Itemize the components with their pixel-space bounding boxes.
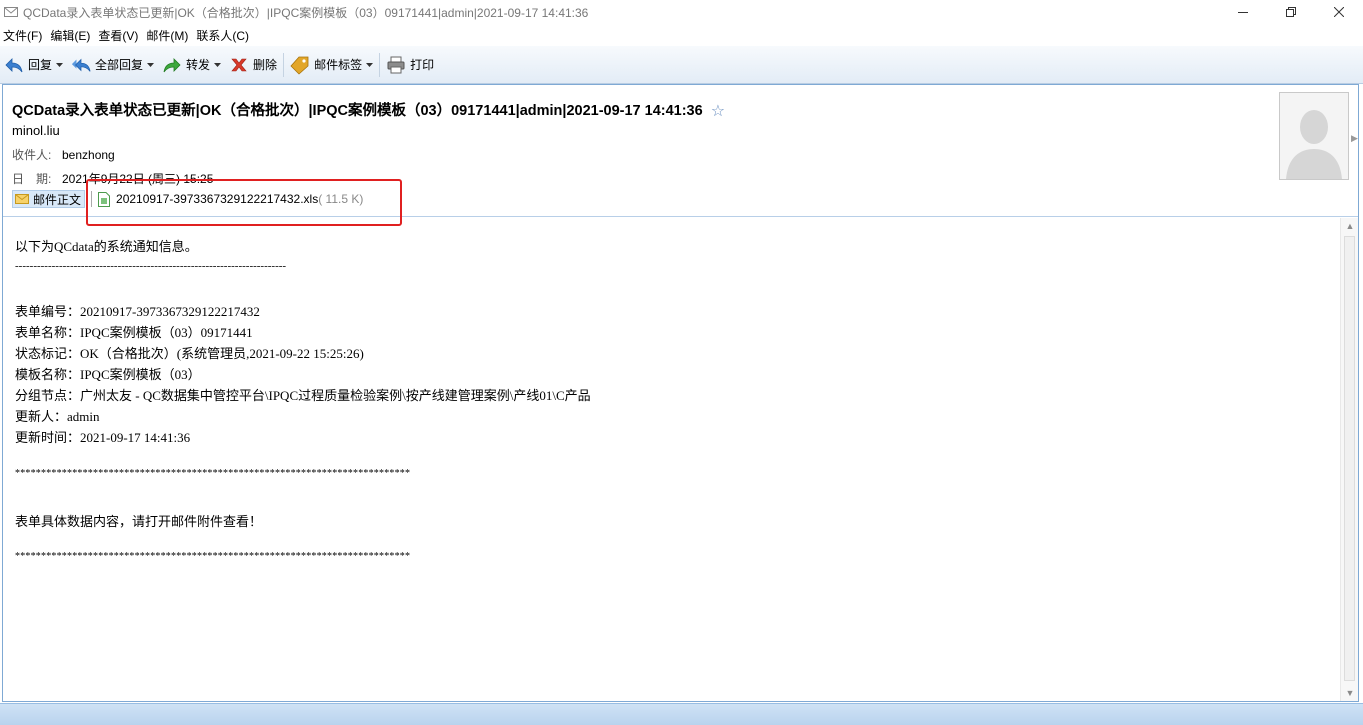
reply-all-icon — [71, 55, 91, 75]
vertical-scrollbar[interactable]: ▲ ▼ — [1340, 218, 1358, 701]
forward-button[interactable]: 转发 — [158, 50, 225, 80]
print-button[interactable]: 打印 — [382, 50, 438, 80]
close-button[interactable] — [1315, 0, 1363, 24]
body-line: 状态标记：OK（合格批次）(系统管理员,2021-09-22 15:25:26) — [15, 346, 364, 361]
body-line: 更新时间：2021-09-17 14:41:36 — [15, 430, 191, 445]
body-line: 模板名称：IPQC案例模板（03） — [15, 367, 201, 382]
title-bar: QCData录入表单状态已更新|OK（合格批次）|IPQC案例模板（03）091… — [0, 0, 1363, 24]
body-line: 表单编号：20210917-3973367329122217432 — [15, 304, 260, 319]
body-divider: ****************************************… — [15, 468, 411, 479]
delete-button[interactable]: 删除 — [225, 50, 281, 80]
body-line: 表单具体数据内容，请打开邮件附件查看！ — [15, 514, 263, 529]
toolbar-separator — [379, 52, 381, 77]
window-title: QCData录入表单状态已更新|OK（合格批次）|IPQC案例模板（03）091… — [23, 5, 589, 20]
menu-edit[interactable]: 编辑(E) — [47, 27, 95, 44]
printer-icon — [386, 55, 406, 75]
minimize-icon — [1238, 12, 1248, 13]
reply-icon — [4, 55, 24, 75]
menu-bar: 文件(F) 编辑(E) 查看(V) 邮件(M) 联系人(C) — [0, 24, 1363, 46]
dropdown-arrow-icon — [56, 62, 64, 67]
date-label: 日 期: — [12, 172, 52, 186]
attachment-name: 20210917-3973367329122217432.xls — [116, 192, 319, 206]
body-divider: ----------------------------------------… — [15, 260, 287, 272]
reply-all-button[interactable]: 全部回复 — [67, 50, 158, 80]
menu-contacts[interactable]: 联系人(C) — [193, 27, 254, 44]
dropdown-arrow-icon — [214, 62, 222, 67]
attachment-separator — [91, 191, 93, 207]
envelope-icon — [15, 194, 29, 204]
body-line: 以下为QCdata的系统通知信息。 — [15, 239, 198, 254]
mail-body: 以下为QCdata的系统通知信息。 ----------------------… — [3, 218, 1340, 701]
body-line: 分组节点：广州太友 - QC数据集中管控平台\IPQC过程质量检验案例\按产线建… — [15, 388, 591, 403]
scroll-up-icon[interactable]: ▲ — [1341, 218, 1359, 234]
attachment-size: ( 11.5 K) — [318, 192, 364, 206]
toolbar-separator — [283, 52, 285, 77]
person-silhouette-icon — [1286, 110, 1342, 179]
star-icon[interactable]: ☆ — [711, 101, 725, 121]
scrollbar-thumb[interactable] — [1344, 236, 1355, 681]
restore-icon — [1286, 7, 1296, 17]
date-value: 2021年9月22日 (周三) 15:25 — [62, 172, 214, 186]
mail-tag-button[interactable]: 邮件标签 — [286, 50, 377, 80]
delete-icon — [229, 55, 249, 75]
recipient-row: 收件人: benzhong — [12, 146, 115, 163]
chevron-right-icon[interactable]: ▶ — [1351, 133, 1358, 144]
excel-file-icon — [98, 191, 111, 207]
toolbar: 回复 全部回复 转发 删除 邮件标签 打印 — [0, 46, 1363, 84]
mail-body-tab[interactable]: 邮件正文 — [12, 190, 86, 208]
envelope-icon — [4, 7, 18, 17]
mail-header: QCData录入表单状态已更新|OK（合格批次）|IPQC案例模板（03）091… — [3, 85, 1358, 226]
minimize-button[interactable] — [1219, 0, 1267, 24]
restore-button[interactable] — [1267, 0, 1315, 24]
dropdown-arrow-icon — [147, 62, 155, 67]
menu-file[interactable]: 文件(F) — [0, 27, 47, 44]
menu-mail[interactable]: 邮件(M) — [143, 27, 193, 44]
mail-view: QCData录入表单状态已更新|OK（合格批次）|IPQC案例模板（03）091… — [2, 84, 1359, 702]
recipient-value[interactable]: benzhong — [62, 148, 115, 162]
close-icon — [1334, 7, 1344, 17]
sender-name[interactable]: minol.liu — [12, 123, 60, 138]
body-line: 更新人：admin — [15, 409, 100, 424]
dropdown-arrow-icon — [366, 62, 374, 67]
recipient-label: 收件人: — [12, 148, 52, 162]
status-bar — [0, 703, 1363, 725]
avatar[interactable] — [1279, 92, 1349, 180]
reply-button[interactable]: 回复 — [0, 50, 67, 80]
body-divider: ****************************************… — [15, 551, 411, 562]
scroll-down-icon[interactable]: ▼ — [1341, 685, 1359, 701]
date-row: 日 期: 2021年9月22日 (周三) 15:25 — [12, 170, 213, 187]
body-line: 表单名称：IPQC案例模板（03）09171441 — [15, 325, 253, 340]
forward-icon — [162, 55, 182, 75]
mail-subject: QCData录入表单状态已更新|OK（合格批次）|IPQC案例模板（03）091… — [12, 101, 726, 121]
attachment-item[interactable]: 20210917-3973367329122217432.xls( 11.5 K… — [98, 191, 364, 207]
tag-icon — [290, 55, 310, 75]
menu-view[interactable]: 查看(V) — [95, 27, 143, 44]
attachment-bar: 邮件正文 20210917-3973367329122217432.xls( 1… — [12, 189, 363, 209]
